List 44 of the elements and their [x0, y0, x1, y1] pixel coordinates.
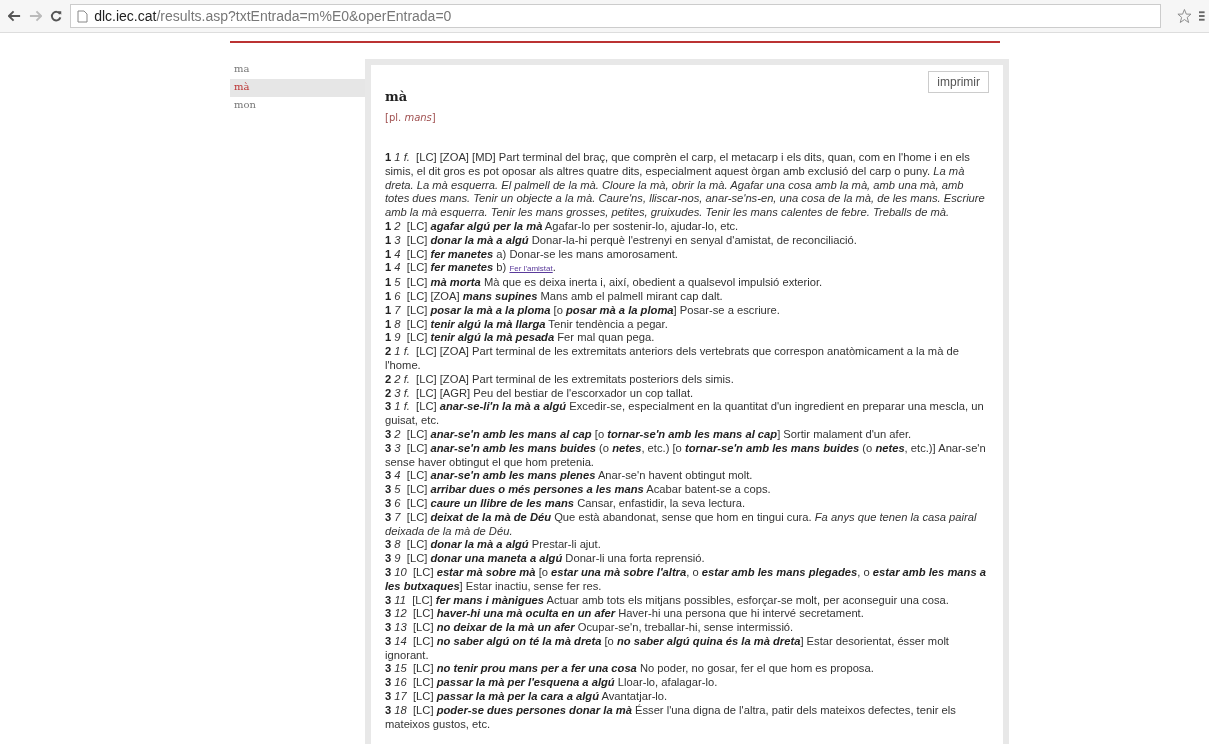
definition-line: 1 1 f. [LC] [ZOA] [MD] Part terminal del braç, que comprèn el carp, el metacarp i els dits, quan, com en l'home i en els simis, el dit gros es pot oposar als altres quatre dits, especialment aquest òrgan amb exclusió del carp o puny. La mà dreta. La mà esquerra. El palmell de la mà. Cloure la mà, obrir la mà. Agafar una cosa amb la mà, amb una mà, amb totes dues mans. Tenir un objecte a la mà. Caure'ns, lliscar-nos, anar-se'ns-en, una cosa de la mà, de les mans. Escriure amb la mà esquerra. Tenir les mans grosses, petites, gruixudes. Tenir les mans calentes de febre. Treballs de mà.	[385, 151, 986, 220]
definition-line: 3 12 [LC] haver-hi una mà oculta en un afer Haver-hi una persona que hi intervé secretament.	[385, 607, 865, 622]
definition-line: 1 6 [LC] [ZOA] mans supines Mans amb el palmell mirant cap dalt.	[385, 289, 724, 304]
definition-line: 3 5 [LC] arribar dues o més persones a les mans Acabar batent-se a cops.	[385, 483, 772, 497]
menu-icon[interactable]	[1199, 10, 1205, 22]
definition-line: 3 9 [LC] donar una maneta a algú Donar-li una forta reprensió.	[385, 552, 706, 566]
definition-line: 3 18 [LC] poder-se dues persones donar la mà Ésser l'una digna de l'altra, patir dels mateixos defectes, tenir els mateixos gustos, etc.	[385, 703, 957, 732]
definition-line: 2 3 f. [LC] [AGR] Peu del bestiar de l'escorxador un cop tallat.	[385, 386, 695, 401]
definition-line: 1 8 [LC] tenir algú la mà llarga Tenir tendència a pegar.	[385, 317, 669, 332]
sidebar-item[interactable]: mon	[230, 97, 365, 115]
definition-line: 3 17 [LC] passar la mà per la cara a algú Avantatjar-lo.	[385, 690, 669, 704]
definition-line: 3 1 f. [LC] anar-se-li'n la mà a algú Excedir-se, especialment en la quantitat d'un ingredient en preparar una mescla, un guisat, etc.	[385, 400, 985, 428]
definition-line: 3 7 [LC] deixat de la mà de Déu Que està abandonat, sense que hom en tingui cura. Fa anys que tenen la casa pairal deixada de la mà de Déu.	[385, 510, 978, 539]
definition-line: 3 4 [LC] anar-se'n amb les mans plenes Anar-se'n havent obtingut molt.	[385, 469, 754, 484]
definition-line: 1 5 [LC] mà morta Mà que es deixa inerta i, així, obedient a qualsevol impulsió exterior.	[385, 276, 824, 290]
definition-line: 1 2 [LC] agafar algú per la mà Agafar-lo per sostenir-lo, ajudar-lo, etc.	[385, 220, 740, 234]
definition-line: 3 6 [LC] caure un llibre de les mans Cansar, enfastidir, la seva lectura.	[385, 496, 747, 511]
cross-reference-link[interactable]: Fer l'amistat	[509, 264, 553, 274]
reload-icon[interactable]	[50, 9, 63, 23]
definition-line: 3 2 [LC] anar-se'n amb les mans al cap [o tornar-se'n amb les mans al cap] Sortir malament d'un afer.	[385, 427, 913, 442]
definition-line: 3 8 [LC] donar la mà a algú Prestar-li ajut.	[385, 538, 602, 553]
definition-line: 3 11 [LC] fer mans i mànigues Actuar amb tots els mitjans possibles, esforçar-se molt, per aconseguir una cosa.	[385, 593, 950, 608]
plural-form: [pl. mans]	[385, 112, 436, 123]
definition-line: 3 15 [LC] no tenir prou mans per a fer una cosa No poder, no gosar, fer el que hom es proposa.	[385, 662, 875, 677]
definition-line: 1 9 [LC] tenir algú la mà pesada Fer mal quan pega.	[385, 331, 656, 346]
back-icon[interactable]	[8, 10, 22, 22]
definition-line: 1 3 [LC] donar la mà a algú Donar-la-hi perquè l'estrenyi en senyal d'amistat, de reconciliació.	[385, 233, 858, 248]
definition-line: 1 4 [LC] fer manetes a) Donar-se les mans amorosament.	[385, 247, 679, 262]
star-icon[interactable]	[1176, 8, 1192, 24]
definition-line: 3 10 [LC] estar mà sobre mà [o estar una mà sobre l'altra, o estar amb les mans plegades, o estar amb les mans a les butxaques] Estar inactiu, sense fer res.	[385, 565, 987, 594]
print-button[interactable]: imprimir	[928, 71, 989, 93]
definition-line: 3 16 [LC] passar la mà per l'esquena a algú Lloar-lo, afalagar-lo.	[385, 676, 719, 691]
definition-line: 3 14 [LC] no saber algú on té la mà dreta [o no saber algú quina és la mà dreta] Estar desorientat, ésser molt ignorant.	[385, 634, 950, 663]
definition-line: 3 13 [LC] no deixar de la mà un afer Ocupar-se'n, treballar-hi, sense intermissió.	[385, 621, 795, 635]
sidebar-item[interactable]: mà	[230, 79, 365, 97]
headword: mà	[385, 89, 409, 104]
definition-line: 1 4 [LC] fer manetes b) Fer l'amistat.	[385, 261, 557, 276]
page-icon	[77, 9, 89, 23]
definition-line: 1 7 [LC] posar la mà a la ploma [o posar mà a la ploma] Posar-se a escriure.	[385, 303, 781, 318]
definition-line: 3 3 [LC] anar-se'n amb les mans buides (o netes, etc.) [o tornar-se'n amb les mans buides (o netes, etc.)] Anar-se'n sense haver obtingut el que hom pretenia.	[385, 441, 987, 470]
address-bar[interactable]: dlc.iec.cat/results.asp?txtEntrada=m%E0&operEntrada=0	[70, 4, 1161, 28]
sidebar-item[interactable]: ma	[230, 61, 365, 79]
definition-line: 2 1 f. [LC] [ZOA] Part terminal de les extremitats anteriors dels vertebrats que correspon anatòmicament a la mà de l'home.	[385, 345, 960, 373]
definition-line: 2 2 f. [LC] [ZOA] Part terminal de les extremitats posteriors dels simis.	[385, 372, 735, 387]
